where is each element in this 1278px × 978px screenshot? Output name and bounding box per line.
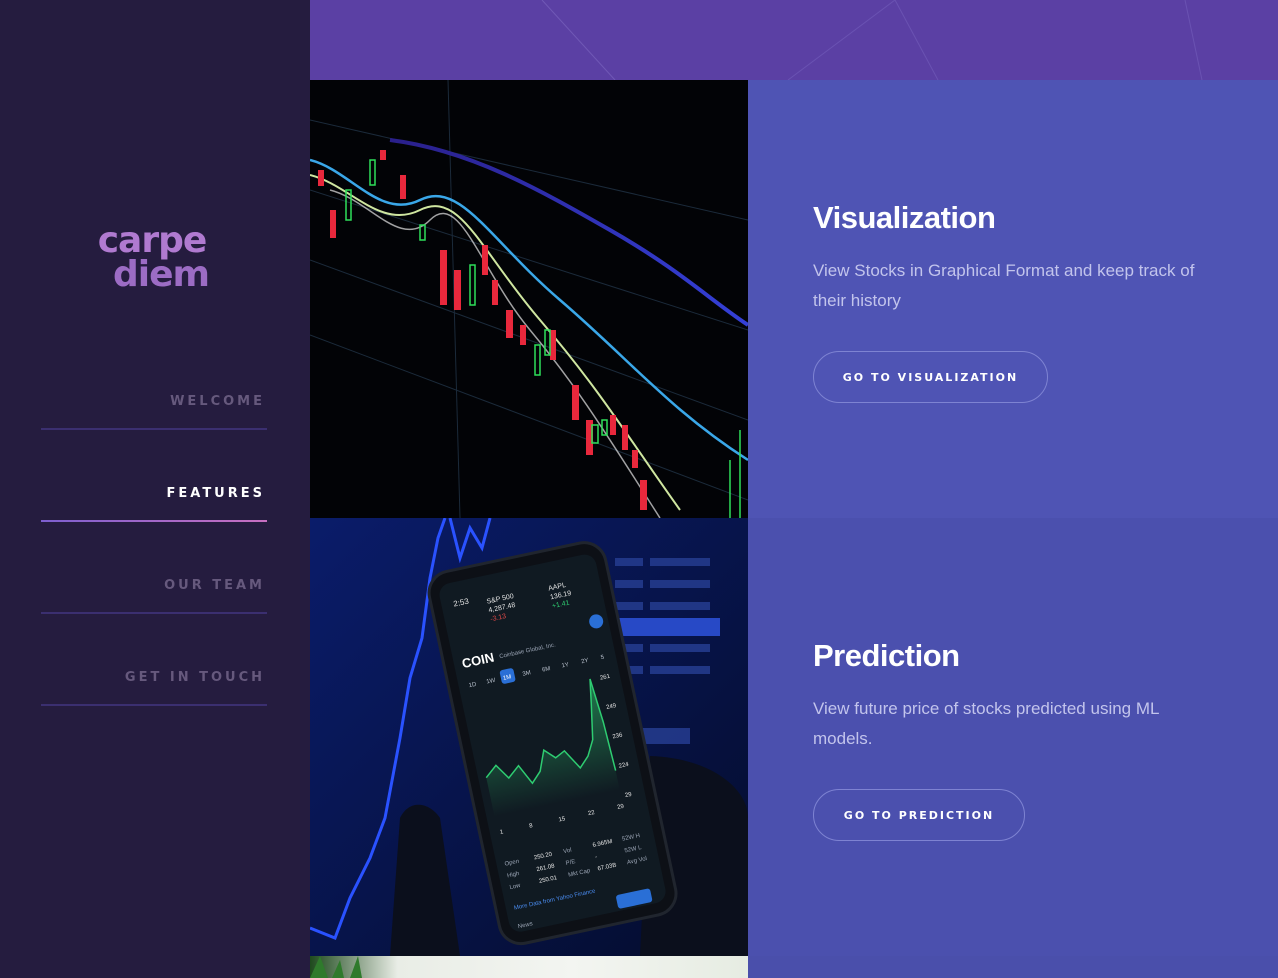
candlestick-chart-image [310, 80, 748, 518]
nav-item-label: FEATURES [166, 486, 265, 501]
logo[interactable]: carpe diem [0, 220, 310, 295]
logo-line-2: diem [112, 254, 210, 295]
nav-item-label: WELCOME [170, 394, 265, 409]
nav-underline [41, 612, 267, 614]
nav-item-get-in-touch[interactable]: GET IN TOUCH [41, 654, 267, 746]
nav-item-label: GET IN TOUCH [124, 670, 265, 685]
sidebar: carpe diem WELCOME FEATURES OUR TEAM GET… [0, 0, 310, 978]
sidebar-nav: WELCOME FEATURES OUR TEAM GET IN TOUCH [41, 378, 267, 746]
nav-underline [41, 704, 267, 706]
feature-visualization: Visualization View Stocks in Graphical F… [748, 80, 1278, 518]
logo-line-1: carpe [97, 220, 208, 261]
top-banner [310, 0, 1278, 80]
go-to-visualization-button[interactable]: GO TO VISUALIZATION [813, 351, 1048, 403]
plant-image [310, 956, 748, 978]
feature-title: Visualization [813, 200, 996, 235]
nav-underline-active [41, 520, 267, 522]
nav-item-our-team[interactable]: OUR TEAM [41, 562, 267, 654]
feature-panel-next [748, 956, 1278, 978]
feature-description: View future price of stocks predicted us… [813, 699, 1159, 748]
nav-item-label: OUR TEAM [164, 578, 265, 593]
nav-underline [41, 428, 267, 430]
go-to-prediction-button[interactable]: GO TO PREDICTION [813, 789, 1025, 841]
stock-app-phone-image: 2:53 S&P 500 4,287.48 -3.13 AAPL 136.19 … [310, 518, 748, 956]
banner-decoration [541, 0, 1203, 80]
nav-item-features[interactable]: FEATURES [41, 470, 267, 562]
nav-item-welcome[interactable]: WELCOME [41, 378, 267, 470]
feature-prediction: Prediction View future price of stocks p… [748, 518, 1278, 956]
feature-description: View Stocks in Graphical Format and keep… [813, 261, 1195, 310]
feature-title: Prediction [813, 638, 960, 673]
